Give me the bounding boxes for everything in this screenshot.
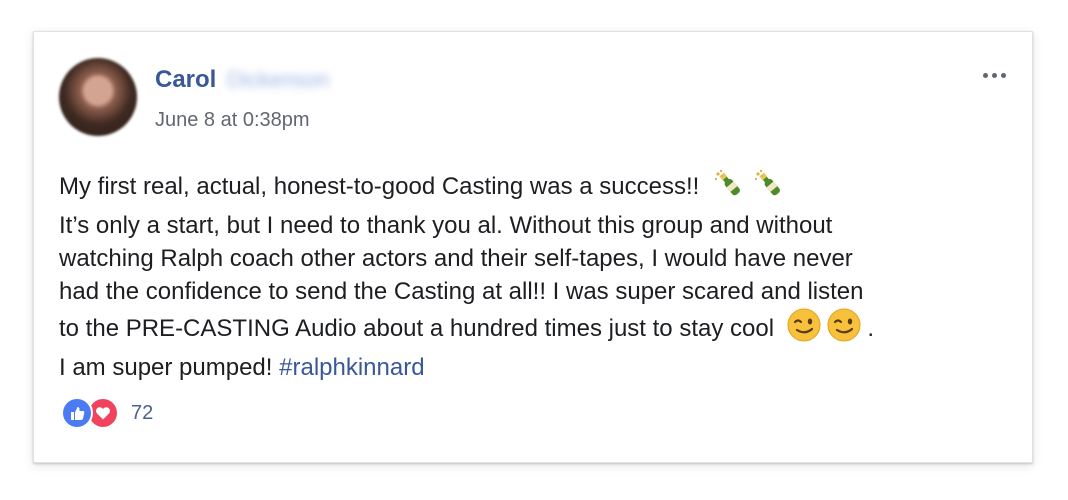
post-timestamp[interactable]: June 8 at 0:38pm	[155, 109, 310, 132]
post-card: Carol Dickenson June 8 at 0:38pm My firs…	[33, 31, 1033, 463]
hashtag-link[interactable]: #ralphkinnard	[279, 354, 424, 381]
winking-face-icon	[787, 308, 821, 351]
author-name[interactable]: Carol	[155, 66, 216, 94]
post-line-text: to the PRE-CASTING Audio about a hundred…	[59, 315, 775, 342]
post-line: It’s only a start, but I need to thank y…	[59, 212, 833, 239]
like-icon	[61, 397, 93, 429]
post-line: had the confidence to send the Casting a…	[59, 278, 864, 305]
champagne-icon	[752, 168, 786, 209]
post-line: watching Ralph coach other actors and th…	[59, 245, 853, 272]
more-horizontal-icon	[982, 72, 1006, 78]
post-line-suffix: .	[867, 315, 875, 342]
post-message: My first real, actual, honest-to-good Ca…	[59, 168, 1019, 384]
post-line: to the PRE-CASTING Audio about a hundred…	[59, 308, 1019, 351]
author-surname-blurred[interactable]: Dickenson	[227, 67, 330, 93]
post-line-text: My first real, actual, honest-to-good Ca…	[59, 173, 700, 200]
champagne-icon	[712, 168, 746, 209]
reactions-summary[interactable]: 72	[61, 397, 153, 429]
post-line: My first real, actual, honest-to-good Ca…	[59, 168, 1019, 209]
post-line-text: I am super pumped!	[59, 354, 273, 381]
author-avatar[interactable]	[59, 58, 137, 136]
post-line: I am super pumped! #ralphkinnard	[59, 351, 1019, 384]
more-options-button[interactable]	[977, 60, 1011, 90]
reaction-count[interactable]: 72	[131, 402, 153, 425]
winking-face-icon	[827, 308, 861, 351]
author-name-row: Carol Dickenson	[155, 66, 330, 94]
